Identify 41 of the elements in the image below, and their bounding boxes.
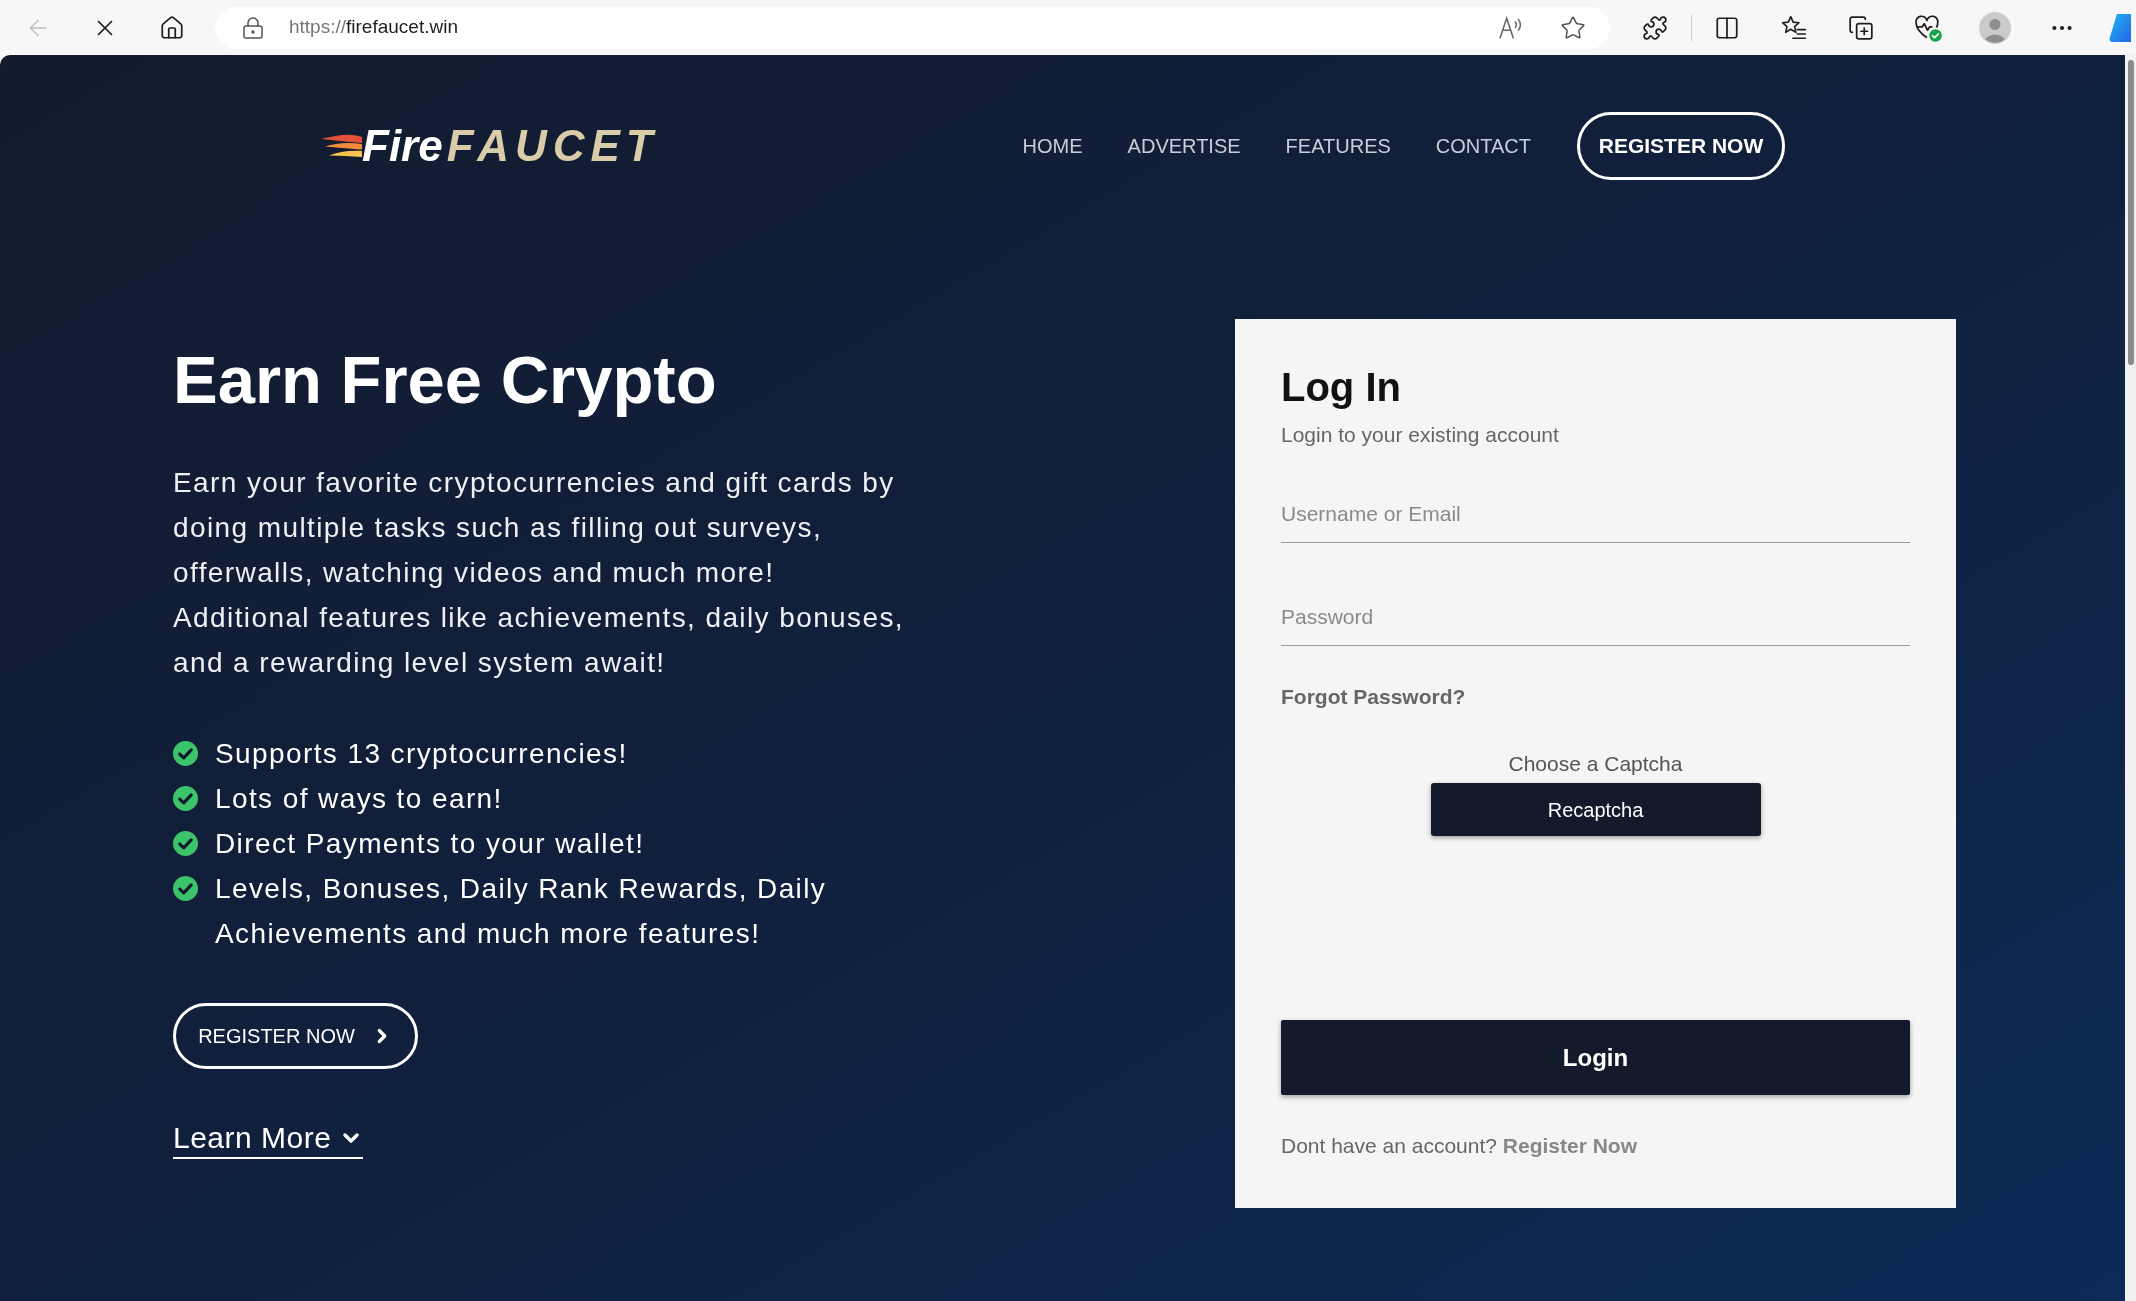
check-circle-icon — [173, 786, 198, 811]
recaptcha-button[interactable]: Recaptcha — [1430, 783, 1761, 836]
url-text: https://firefaucet.win — [289, 15, 458, 40]
register-now-button[interactable]: REGISTER NOW — [173, 1003, 418, 1069]
check-circle-icon — [173, 741, 198, 766]
address-bar[interactable]: https://firefaucet.win — [215, 6, 1610, 49]
collections-icon[interactable] — [1847, 14, 1874, 41]
nav-link[interactable]: HOME — [1022, 131, 1083, 161]
copilot-icon[interactable] — [2109, 13, 2131, 42]
forgot-password-link[interactable]: Forgot Password? — [1281, 682, 1466, 712]
hero-description: Earn your favorite cryptocurrencies and gift cards by doing multiple tasks such as filling out surveys, offerwalls, watching videos and much more! Additional features like achievements, daily bonuses, and a rewarding level system await! — [173, 466, 906, 680]
hero-title: Earn Free Crypto — [173, 343, 717, 417]
home-icon[interactable] — [158, 14, 185, 41]
nav-link[interactable]: CONTACT — [1435, 131, 1531, 161]
check-circle-icon — [173, 831, 198, 856]
login-subtitle: Login to your existing account — [1281, 422, 1559, 448]
favorites-list-icon[interactable] — [1780, 14, 1807, 41]
scrollbar[interactable] — [2125, 55, 2136, 1301]
profile-avatar-icon[interactable] — [1978, 11, 2011, 44]
nav-link[interactable]: FEATURES — [1285, 131, 1391, 161]
feature-text: Lots of ways to earn! — [215, 782, 503, 816]
nav-link[interactable]: ADVERTISE — [1127, 131, 1241, 161]
login-button[interactable]: Login — [1281, 1020, 1910, 1095]
login-title: Log In — [1281, 364, 1401, 411]
captcha-label: Choose a Captcha — [1508, 751, 1683, 777]
feature-text: Levels, Bonuses, Daily Rank Rewards, Daily Achievements and much more features! — [215, 872, 828, 951]
lock-icon[interactable] — [241, 15, 265, 40]
feature-text: Supports 13 cryptocurrencies! — [215, 737, 628, 771]
learn-more-link[interactable]: Learn More — [173, 1119, 364, 1159]
logo-wordmark[interactable]: FireFAUCET — [362, 124, 659, 168]
signup-prompt: Dont have an account? — [1281, 1134, 1497, 1157]
feature-text: Direct Payments to your wallet! — [215, 827, 645, 861]
split-screen-icon[interactable] — [1713, 14, 1740, 41]
puzzle-icon[interactable] — [1641, 14, 1668, 41]
register-button[interactable]: REGISTER NOW — [1577, 112, 1785, 180]
check-circle-icon — [173, 876, 198, 901]
input-field[interactable]: Password — [1281, 589, 1910, 646]
read-aloud-icon[interactable] — [1498, 14, 1524, 41]
input-field[interactable]: Username or Email — [1281, 486, 1910, 543]
favorite-star-icon[interactable] — [1560, 14, 1586, 41]
heart-pulse-icon[interactable] — [1913, 13, 1942, 42]
